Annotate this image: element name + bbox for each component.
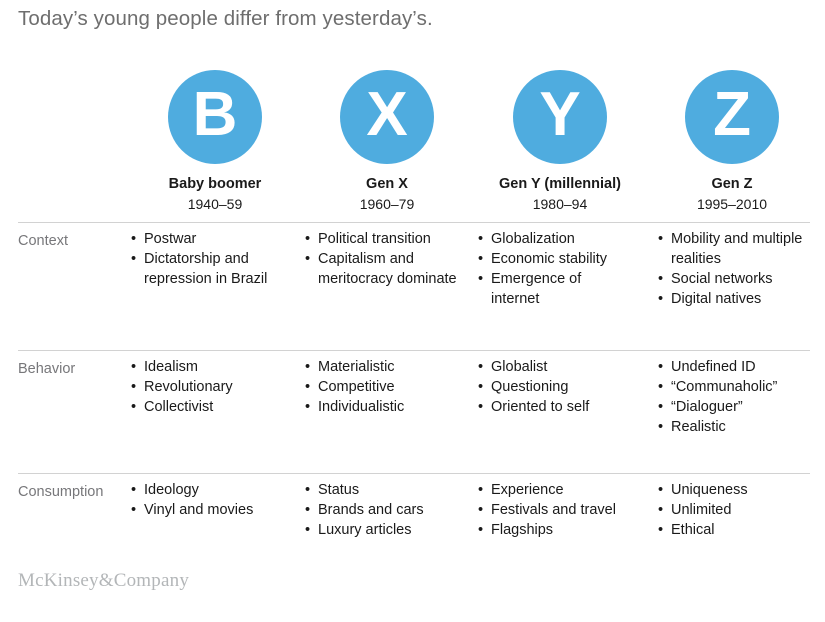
generation-badge-b-icon: B [168, 70, 262, 164]
list-item: Economic stability [478, 250, 633, 270]
list-item: Capitalism and meritocracy dominate [305, 250, 460, 289]
bullet-list: Uniqueness Unlimited Ethical [658, 481, 810, 541]
list-item: Flagships [478, 521, 640, 541]
table-cell: Postwar Dictatorship and repression in B… [131, 230, 281, 290]
list-item: “Dialoguer” [658, 398, 810, 418]
list-item: Status [305, 481, 460, 501]
mckinsey-logo: McKinsey&Company [18, 570, 190, 591]
generation-column-gen-x: X Gen X 1960–79 [302, 70, 472, 212]
generation-years: 1960–79 [359, 196, 415, 212]
row-divider [18, 473, 810, 474]
table-cell: Mobility and multiple realities Social n… [658, 230, 810, 310]
generation-badge-z-icon: Z [685, 70, 779, 164]
generation-years: 1995–2010 [696, 196, 768, 212]
list-item: Collectivist [131, 398, 281, 418]
table-cell: Globalist Questioning Oriented to self [478, 358, 633, 418]
table-row-context: Context Postwar Dictatorship and repress… [0, 222, 825, 342]
bullet-list: Mobility and multiple realities Social n… [658, 230, 810, 309]
row-label-context: Context [18, 233, 68, 249]
list-item: Revolutionary [131, 378, 281, 398]
bullet-list: Political transition Capitalism and meri… [305, 230, 460, 289]
table-row-behavior: Behavior Idealism Revolutionary Collecti… [0, 350, 825, 470]
list-item: Ideology [131, 481, 281, 501]
list-item: Competitive [305, 378, 460, 398]
bullet-list: Globalist Questioning Oriented to self [478, 358, 633, 418]
list-item: Mobility and multiple realities [658, 230, 810, 269]
generation-column-gen-y: Y Gen Y (millennial) 1980–94 [475, 70, 645, 212]
list-item: Social networks [658, 270, 810, 290]
list-item: “Communaholic” [658, 378, 810, 398]
row-divider [18, 222, 810, 223]
table-cell: Uniqueness Unlimited Ethical [658, 481, 810, 541]
table-cell: Ideology Vinyl and movies [131, 481, 281, 521]
table-cell: Experience Festivals and travel Flagship… [478, 481, 640, 541]
table-cell: Status Brands and cars Luxury articles [305, 481, 460, 541]
generation-column-baby-boomer: B Baby boomer 1940–59 [130, 70, 300, 212]
bullet-list: Materialistic Competitive Individualisti… [305, 358, 460, 418]
list-item: Political transition [305, 230, 460, 250]
list-item: Ethical [658, 521, 810, 541]
generation-initial: Z [713, 80, 751, 149]
generation-name: Gen Y (millennial) [499, 176, 621, 192]
generation-badge-y-icon: Y [513, 70, 607, 164]
page-title: Today’s young people differ from yesterd… [18, 7, 433, 30]
generation-name: Gen Z [711, 176, 753, 192]
list-item: Oriented to self [478, 398, 633, 418]
list-item: Emergence of internet [478, 270, 633, 309]
list-item: Luxury articles [305, 521, 460, 541]
list-item: Unlimited [658, 501, 810, 521]
list-item: Postwar [131, 230, 281, 250]
table-cell: Political transition Capitalism and meri… [305, 230, 460, 290]
row-label-consumption: Consumption [18, 484, 104, 500]
list-item: Vinyl and movies [131, 501, 281, 521]
generation-name: Gen X [366, 176, 408, 192]
list-item: Undefined ID [658, 358, 810, 378]
list-item: Uniqueness [658, 481, 810, 501]
bullet-list: Idealism Revolutionary Collectivist [131, 358, 281, 418]
bullet-list: Status Brands and cars Luxury articles [305, 481, 460, 541]
list-item: Idealism [131, 358, 281, 378]
list-item: Materialistic [305, 358, 460, 378]
bullet-list: Ideology Vinyl and movies [131, 481, 281, 521]
generation-name: Baby boomer [168, 176, 262, 192]
list-item: Globalist [478, 358, 633, 378]
list-item: Questioning [478, 378, 633, 398]
generation-badge-x-icon: X [340, 70, 434, 164]
table-cell: Globalization Economic stability Emergen… [478, 230, 633, 310]
bullet-list: Globalization Economic stability Emergen… [478, 230, 633, 309]
list-item: Globalization [478, 230, 633, 250]
bullet-list: Postwar Dictatorship and repression in B… [131, 230, 281, 289]
list-item: Dictatorship and repression in Brazil [131, 250, 281, 289]
row-label-behavior: Behavior [18, 361, 76, 377]
bullet-list: Undefined ID “Communaholic” “Dialoguer” … [658, 358, 810, 438]
generation-initial: Y [539, 80, 581, 149]
generation-years: 1980–94 [532, 196, 588, 212]
list-item: Digital natives [658, 290, 810, 310]
row-divider [18, 350, 810, 351]
generation-header-row: B Baby boomer 1940–59 X Gen X 1960–79 Y … [0, 70, 825, 215]
table-cell: Undefined ID “Communaholic” “Dialoguer” … [658, 358, 810, 438]
list-item: Realistic [658, 418, 810, 438]
bullet-list: Experience Festivals and travel Flagship… [478, 481, 640, 541]
table-cell: Materialistic Competitive Individualisti… [305, 358, 460, 418]
table-cell: Idealism Revolutionary Collectivist [131, 358, 281, 418]
table-row-consumption: Consumption Ideology Vinyl and movies St… [0, 473, 825, 573]
generation-initial: B [192, 80, 238, 149]
list-item: Brands and cars [305, 501, 460, 521]
list-item: Festivals and travel [478, 501, 640, 521]
list-item: Experience [478, 481, 640, 501]
generation-years: 1940–59 [187, 196, 243, 212]
generation-column-gen-z: Z Gen Z 1995–2010 [647, 70, 817, 212]
list-item: Individualistic [305, 398, 460, 418]
generation-initial: X [366, 80, 408, 149]
